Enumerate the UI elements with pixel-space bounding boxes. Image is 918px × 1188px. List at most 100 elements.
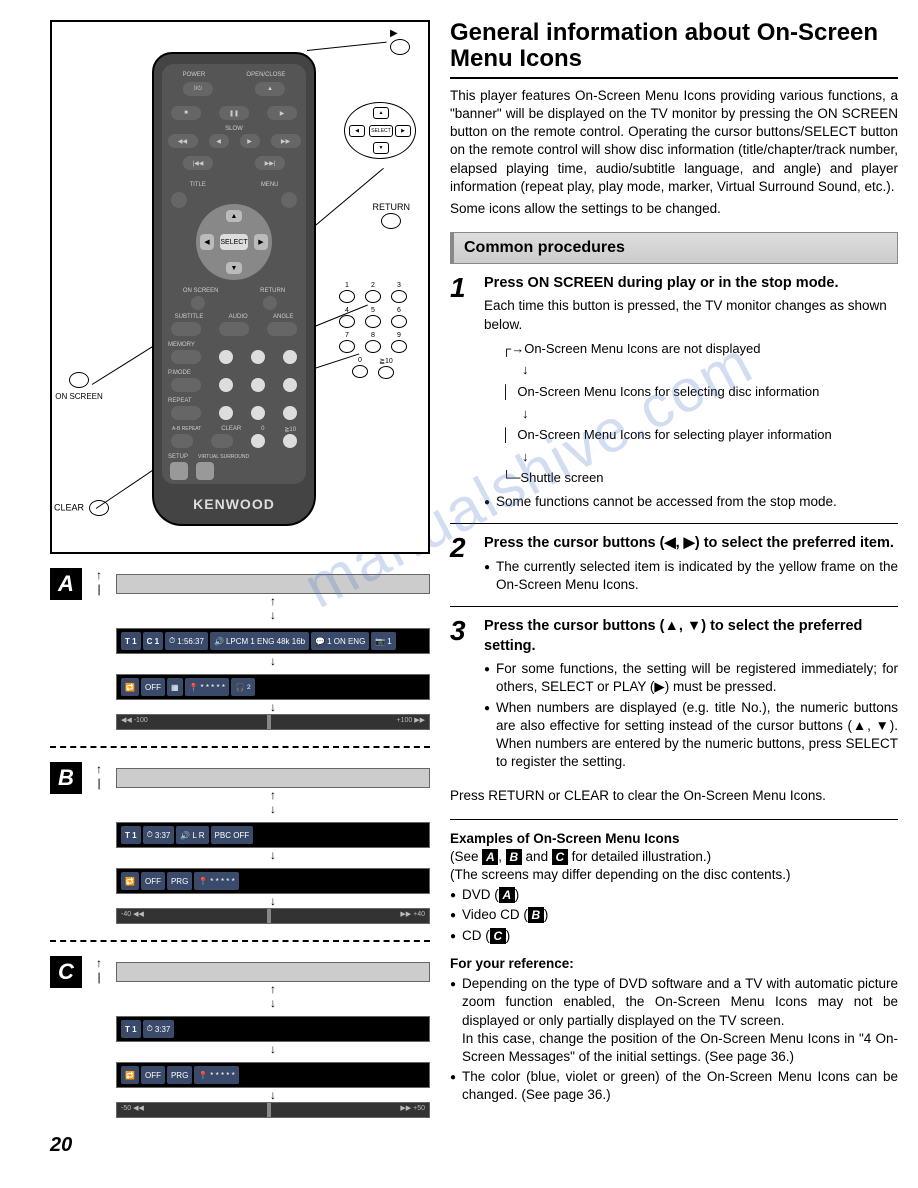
left-column: ▶ ▲ ▼ ◀ ▶ SELECT RETURN 123 456 789 0≧1 — [50, 20, 430, 1118]
memory-button[interactable] — [171, 350, 201, 364]
pbc-icon: PBC OFF — [211, 826, 254, 844]
marker-icon: 📍 * * * * * — [194, 872, 238, 890]
audio-button[interactable] — [219, 322, 249, 336]
marker-icon: 📍 * * * * * — [194, 1066, 238, 1084]
shuttle-bar-c: -50 ◀◀ ▶▶ +50 — [116, 1102, 430, 1118]
prev-button[interactable]: ◀◀ — [168, 134, 198, 148]
repeat-info-icon: 🔁 — [121, 1066, 139, 1084]
callout-select: SELECT — [369, 125, 393, 137]
title-icon: T 1 — [121, 632, 141, 650]
key-1[interactable] — [219, 350, 233, 364]
virtual-surround-button[interactable] — [196, 462, 214, 480]
remote-body: POWEROPEN/CLOSE I/⏻▲ ■❚❚▶ SLOW ◀◀◀▶▶▶ |◀… — [152, 52, 316, 526]
menu-button[interactable] — [281, 192, 297, 208]
pause-button[interactable]: ❚❚ — [219, 106, 249, 120]
osd-example-c: C ↑| ↑↓ T 1 ⏱ 3:37 ↓ 🔁 OFF PRG 📍 * * * *… — [50, 956, 430, 1118]
pmode-button[interactable] — [171, 378, 201, 392]
examples-section: Examples of On-Screen Menu Icons (See A,… — [450, 830, 898, 945]
repeat-off-icon: OFF — [141, 1066, 165, 1084]
time-icon: ⏱ 3:37 — [143, 1020, 175, 1038]
step-2: 2 Press the cursor buttons (◀, ▶) to sel… — [450, 534, 898, 596]
cursor-up[interactable]: ▲ — [226, 210, 242, 222]
skip-back-button[interactable]: |◀◀ — [183, 156, 213, 170]
letter-a: A — [50, 568, 82, 600]
cursor-right[interactable]: ▶ — [254, 234, 268, 250]
callout-keypad: 123 456 789 0≧10 — [334, 282, 412, 383]
title-icon: T 1 — [121, 826, 141, 844]
key-gte10[interactable] — [283, 434, 297, 448]
lr-icon: 🔊 L R — [176, 826, 208, 844]
osd-example-a: A ↑| ↑↓ T 1 C 1 ⏱ 1:56:37 🔊 LPCM 1 ENG 4… — [50, 568, 430, 730]
time-icon: ⏱ 1:56:37 — [165, 632, 208, 650]
angle-button[interactable] — [267, 322, 297, 336]
repeat-button[interactable] — [171, 406, 201, 420]
marker-icon: 📍 * * * * * — [185, 678, 229, 696]
intro-paragraph-1: This player features On-Screen Menu Icon… — [450, 87, 898, 196]
shuttle-bar-a: ◀◀ -100 +100 ▶▶ — [116, 714, 430, 730]
shuttle-bar-b: -40 ◀◀ ▶▶ +40 — [116, 908, 430, 924]
select-button[interactable]: SELECT — [220, 234, 248, 250]
page-title: General information about On-Screen Menu… — [450, 20, 898, 73]
return-button[interactable] — [263, 296, 277, 310]
skip-fwd-button[interactable]: ▶▶| — [255, 156, 285, 170]
key-3[interactable] — [283, 350, 297, 364]
play-button[interactable]: ▶ — [267, 106, 297, 120]
setup-button[interactable] — [170, 462, 188, 480]
key-7[interactable] — [219, 406, 233, 420]
step-3: 3 Press the cursor buttons (▲, ▼) to sel… — [450, 617, 898, 773]
vss-icon: 🎧2 — [231, 678, 255, 696]
mode-cycle: ┌→On-Screen Menu Icons are not displayed… — [502, 340, 898, 487]
section-common-procedures: Common procedures — [450, 232, 898, 264]
prg-icon: PRG — [167, 872, 192, 890]
prg-icon: PRG — [167, 1066, 192, 1084]
return-clear-note: Press RETURN or CLEAR to clear the On-Sc… — [450, 787, 898, 805]
audio-info-icon: 🔊 LPCM 1 ENG 48k 16b — [210, 632, 309, 650]
clear-button[interactable] — [211, 434, 233, 448]
subtitle-info-icon: 💬 1 ON ENG — [311, 632, 369, 650]
ab-repeat-button[interactable] — [171, 434, 193, 448]
intro-paragraph-2: Some icons allow the settings to be chan… — [450, 200, 898, 218]
key-0[interactable] — [251, 434, 265, 448]
letter-c: C — [50, 956, 82, 988]
repeat-off-icon: OFF — [141, 872, 165, 890]
letter-b: B — [50, 762, 82, 794]
angle-info-icon: 📷1 — [371, 632, 395, 650]
callout-clear: CLEAR — [54, 500, 109, 516]
callout-cursor-pad: ▲ ▼ ◀ ▶ SELECT — [344, 102, 416, 159]
osd-example-b: B ↑| ↑↓ T 1 ⏱ 3:37 🔊 L R PBC OFF ↓ 🔁 OFF — [50, 762, 430, 924]
step-1: 1 Press ON SCREEN during play or in the … — [450, 274, 898, 513]
key-8[interactable] — [251, 406, 265, 420]
on-screen-button[interactable] — [191, 296, 205, 310]
time-icon: ⏱ 3:37 — [143, 826, 175, 844]
key-6[interactable] — [283, 378, 297, 392]
remote-diagram: ▶ ▲ ▼ ◀ ▶ SELECT RETURN 123 456 789 0≧1 — [50, 20, 430, 554]
key-9[interactable] — [283, 406, 297, 420]
page-number: 20 — [50, 1134, 918, 1157]
next-button[interactable]: ▶▶ — [271, 134, 301, 148]
stop-button[interactable]: ■ — [171, 106, 201, 120]
key-2[interactable] — [251, 350, 265, 364]
title-button[interactable] — [171, 192, 187, 208]
repeat-info-icon: 🔁 — [121, 872, 139, 890]
cursor-left[interactable]: ◀ — [200, 234, 214, 250]
repeat-off-icon: OFF — [141, 678, 165, 696]
key-5[interactable] — [251, 378, 265, 392]
playmode-info-icon: ▦ — [167, 678, 183, 696]
key-4[interactable] — [219, 378, 233, 392]
callout-return: RETURN — [373, 202, 411, 232]
slow-rev-button[interactable]: ◀ — [209, 134, 229, 148]
chapter-icon: C 1 — [143, 632, 163, 650]
open-close-button[interactable]: ▲ — [255, 82, 285, 96]
cursor-down[interactable]: ▼ — [226, 262, 242, 274]
title-icon: T 1 — [121, 1020, 141, 1038]
repeat-info-icon: 🔁 — [121, 678, 139, 696]
callout-play: ▶ — [390, 28, 410, 58]
slow-fwd-button[interactable]: ▶ — [240, 134, 260, 148]
cursor-pad: ▲ ▼ ◀ ▶ SELECT — [196, 204, 272, 280]
subtitle-button[interactable] — [171, 322, 201, 336]
brand-label: KENWOOD — [154, 496, 314, 512]
right-column: General information about On-Screen Menu… — [450, 20, 898, 1118]
callout-on-screen: ON SCREEN — [54, 372, 104, 402]
reference-section: For your reference: Depending on the typ… — [450, 955, 898, 1105]
power-button[interactable]: I/⏻ — [183, 82, 213, 96]
